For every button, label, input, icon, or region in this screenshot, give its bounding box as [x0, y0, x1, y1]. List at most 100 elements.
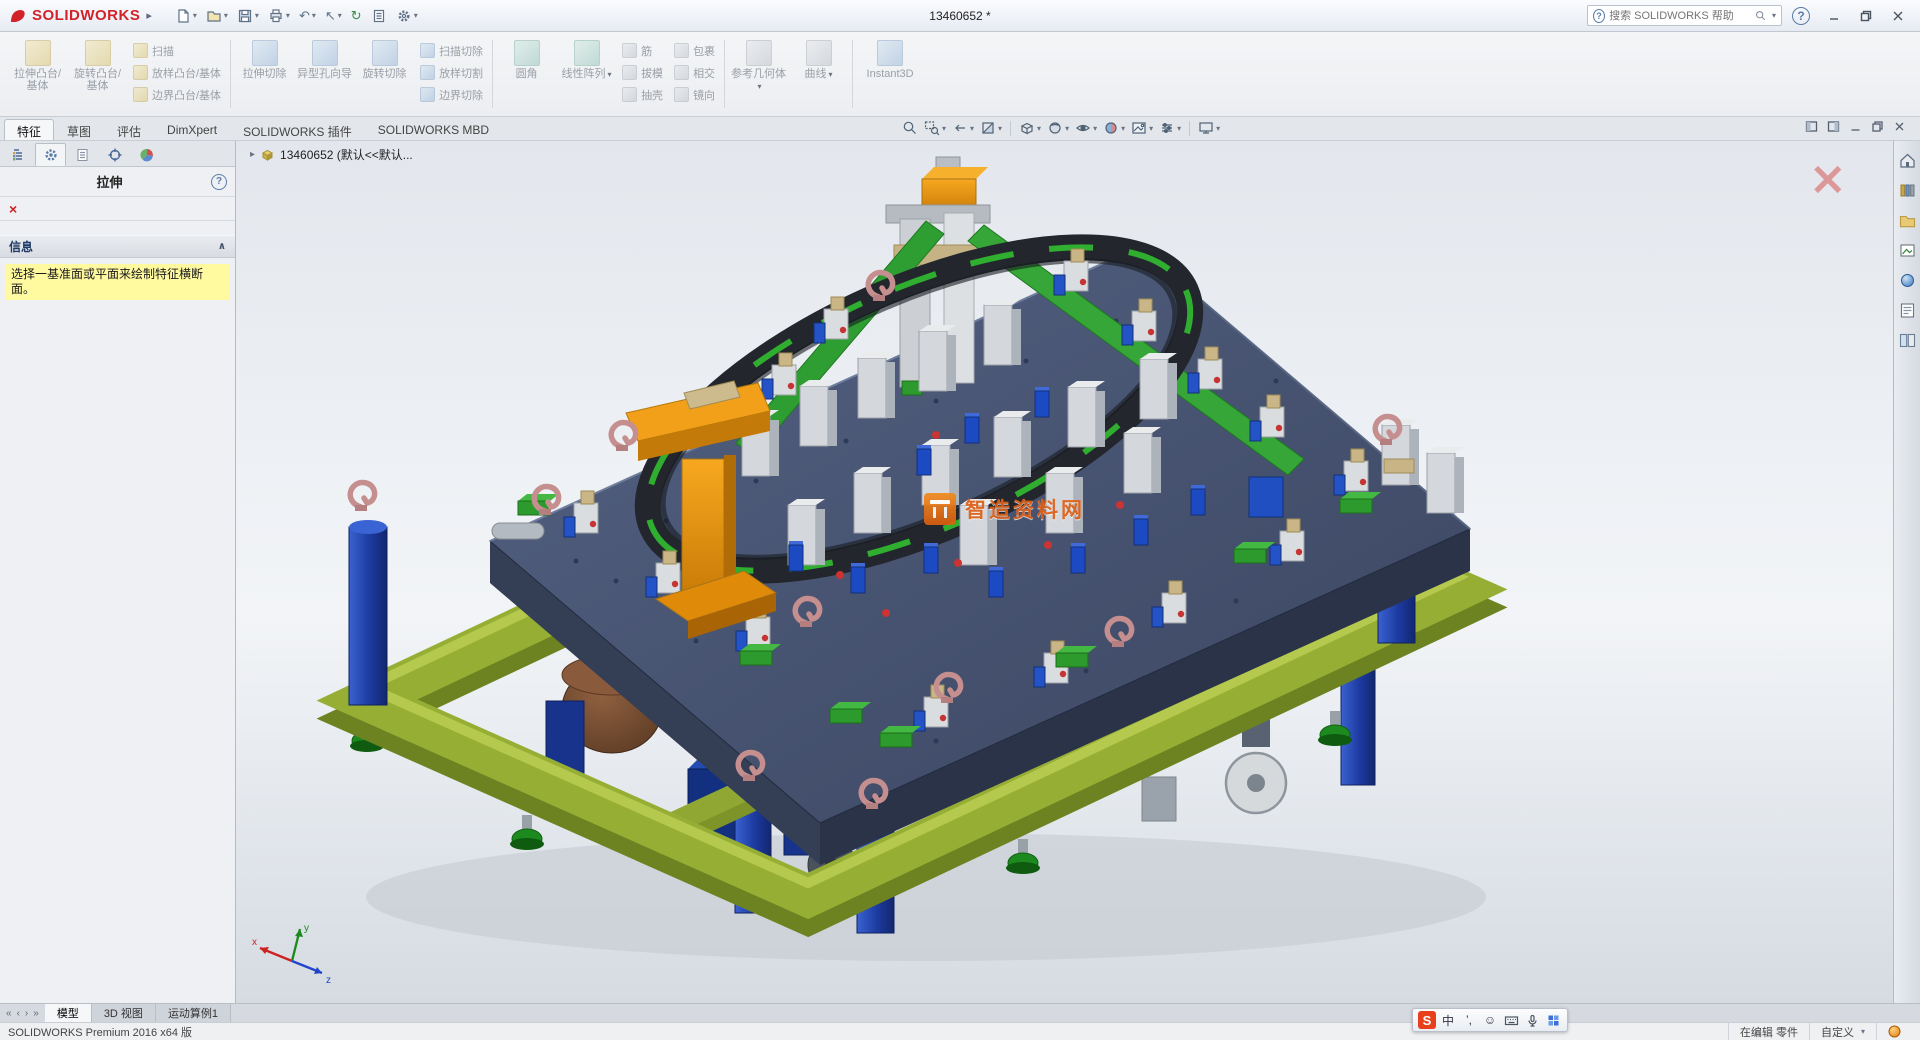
ime-toolbox-icon[interactable]: [1544, 1011, 1562, 1029]
file-explorer-icon[interactable]: [1898, 211, 1917, 230]
last-tab-icon[interactable]: »: [33, 1008, 39, 1019]
tab-3d-views[interactable]: 3D 视图: [92, 1004, 156, 1022]
pane-right-icon[interactable]: [1827, 120, 1840, 133]
message-group-header[interactable]: 信息 ∧: [0, 235, 235, 258]
tab-dimxpert[interactable]: DimXpert: [154, 119, 230, 140]
full-screen-preview-icon[interactable]: ▾: [1196, 119, 1222, 137]
collapse-chevron-icon[interactable]: ∧: [218, 241, 226, 252]
doc-close-icon[interactable]: [1893, 120, 1906, 133]
tab-sketch[interactable]: 草图: [54, 119, 104, 140]
menu-expand-arrow-icon[interactable]: ▸: [140, 7, 158, 24]
lofted-cut-button[interactable]: 放样切割: [416, 62, 487, 83]
confirmation-corner-cancel[interactable]: ×: [1808, 155, 1847, 201]
print-button[interactable]: ▾: [265, 6, 293, 26]
tab-model[interactable]: 模型: [45, 1004, 92, 1022]
design-library-icon[interactable]: [1898, 181, 1917, 200]
search-input[interactable]: [1609, 10, 1751, 22]
linear-pattern-button[interactable]: 线性阵列▾: [558, 37, 615, 84]
edit-appearance-icon[interactable]: ▾: [1101, 119, 1127, 137]
feature-tree-flyout[interactable]: ▸ 13460652 (默认<<默认...: [250, 146, 413, 163]
previous-view-icon[interactable]: ▾: [950, 119, 976, 137]
undo-button[interactable]: ↶▾: [296, 6, 319, 26]
next-tab-icon[interactable]: ›: [25, 1008, 28, 1019]
document-recovery-icon[interactable]: [1898, 331, 1917, 350]
tab-evaluate[interactable]: 评估: [104, 119, 154, 140]
dimxpert-manager-tab[interactable]: [99, 143, 130, 166]
help-button[interactable]: ?: [1792, 7, 1810, 25]
zoom-to-area-icon[interactable]: ▾: [922, 119, 948, 137]
display-manager-tab[interactable]: [131, 143, 162, 166]
custom-dropdown[interactable]: 自定义▾: [1809, 1023, 1876, 1040]
tab-mbd[interactable]: SOLIDWORKS MBD: [365, 119, 502, 140]
ime-keyboard-icon[interactable]: [1502, 1011, 1520, 1029]
tab-features[interactable]: 特征: [4, 119, 54, 140]
swept-boss-button[interactable]: 扫描: [129, 40, 225, 61]
revolved-boss-button[interactable]: 旋转凸台/基体: [69, 37, 126, 95]
tab-addins[interactable]: SOLIDWORKS 插件: [230, 119, 365, 140]
ime-sogou-icon[interactable]: S: [1418, 1011, 1436, 1029]
lofted-boss-button[interactable]: 放样凸台/基体: [129, 62, 225, 83]
apply-scene-icon[interactable]: ▾: [1129, 119, 1155, 137]
pm-cancel-button[interactable]: ×: [9, 202, 17, 216]
doc-restore-icon[interactable]: [1871, 120, 1884, 133]
graphics-viewport[interactable]: ▸ 13460652 (默认<<默认... × 智造资料网 x y z: [236, 141, 1893, 1003]
curves-button[interactable]: 曲线▾: [790, 37, 847, 84]
swept-cut-button[interactable]: 扫描切除: [416, 40, 487, 61]
extruded-cut-button[interactable]: 拉伸切除: [236, 37, 293, 83]
quick-tips-icon[interactable]: [1888, 1025, 1901, 1038]
tab-motion-study[interactable]: 运动算例1: [156, 1004, 231, 1022]
save-button[interactable]: ▾: [234, 6, 262, 26]
options-button[interactable]: ▾: [393, 6, 421, 26]
section-view-icon[interactable]: ▾: [978, 119, 1004, 137]
first-tab-icon[interactable]: «: [6, 1008, 12, 1019]
tree-expand-icon[interactable]: ▸: [250, 149, 255, 160]
doc-minimize-icon[interactable]: [1849, 120, 1862, 133]
ime-mic-icon[interactable]: [1523, 1011, 1541, 1029]
ribbon-column: 筋 拔模 抽壳: [618, 37, 667, 105]
display-style-icon[interactable]: ▾: [1045, 119, 1071, 137]
reference-geometry-button[interactable]: 参考几何体▾: [730, 37, 787, 96]
zoom-to-fit-icon[interactable]: [900, 119, 920, 137]
open-button[interactable]: ▾: [203, 6, 231, 26]
boundary-cut-button[interactable]: 边界切除: [416, 84, 487, 105]
view-settings-icon[interactable]: ▾: [1157, 119, 1183, 137]
select-button[interactable]: ↖▾: [322, 6, 345, 26]
fillet-button[interactable]: 圆角: [498, 37, 555, 83]
wrap-button[interactable]: 包裹: [670, 40, 719, 61]
close-button[interactable]: [1884, 6, 1912, 26]
shell-button[interactable]: 抽壳: [618, 84, 667, 105]
file-properties-button[interactable]: [368, 6, 390, 26]
ime-punctuation-toggle[interactable]: ’,: [1460, 1011, 1478, 1029]
revolved-cut-button[interactable]: 旋转切除: [356, 37, 413, 83]
rib-button[interactable]: 筋: [618, 40, 667, 61]
property-manager-tab[interactable]: [35, 143, 66, 166]
feature-tree-root-label[interactable]: 13460652 (默认<<默认...: [280, 146, 413, 163]
pane-left-icon[interactable]: [1805, 120, 1818, 133]
boundary-boss-button[interactable]: 边界凸台/基体: [129, 84, 225, 105]
extruded-boss-button[interactable]: 拉伸凸台/基体: [9, 37, 66, 95]
view-orientation-icon[interactable]: ▾: [1017, 119, 1043, 137]
draft-button[interactable]: 拔模: [618, 62, 667, 83]
ime-language-toggle[interactable]: 中: [1439, 1011, 1457, 1029]
appearances-scenes-icon[interactable]: [1898, 271, 1917, 290]
hide-show-items-icon[interactable]: ▾: [1073, 119, 1099, 137]
minimize-button[interactable]: [1820, 6, 1848, 26]
restore-button[interactable]: [1852, 6, 1880, 26]
feature-manager-tab[interactable]: [3, 143, 34, 166]
new-document-button[interactable]: ▾: [172, 6, 200, 26]
search-box[interactable]: ? ▾: [1587, 5, 1782, 26]
rebuild-button[interactable]: ↻: [348, 6, 365, 26]
view-palette-icon[interactable]: [1898, 241, 1917, 260]
search-dropdown-icon[interactable]: ▾: [1772, 11, 1776, 20]
prev-tab-icon[interactable]: ‹: [17, 1008, 20, 1019]
intersect-button[interactable]: 相交: [670, 62, 719, 83]
configuration-manager-tab[interactable]: [67, 143, 98, 166]
mirror-button[interactable]: 镜向: [670, 84, 719, 105]
search-icon[interactable]: [1755, 9, 1766, 22]
instant3d-button[interactable]: Instant3D: [858, 37, 922, 83]
custom-properties-icon[interactable]: [1898, 301, 1917, 320]
solidworks-resources-icon[interactable]: [1898, 151, 1917, 170]
ime-emoji-button[interactable]: ☺: [1481, 1011, 1499, 1029]
hole-wizard-button[interactable]: 异型孔向导: [296, 37, 353, 83]
pm-help-icon[interactable]: ?: [211, 174, 227, 190]
